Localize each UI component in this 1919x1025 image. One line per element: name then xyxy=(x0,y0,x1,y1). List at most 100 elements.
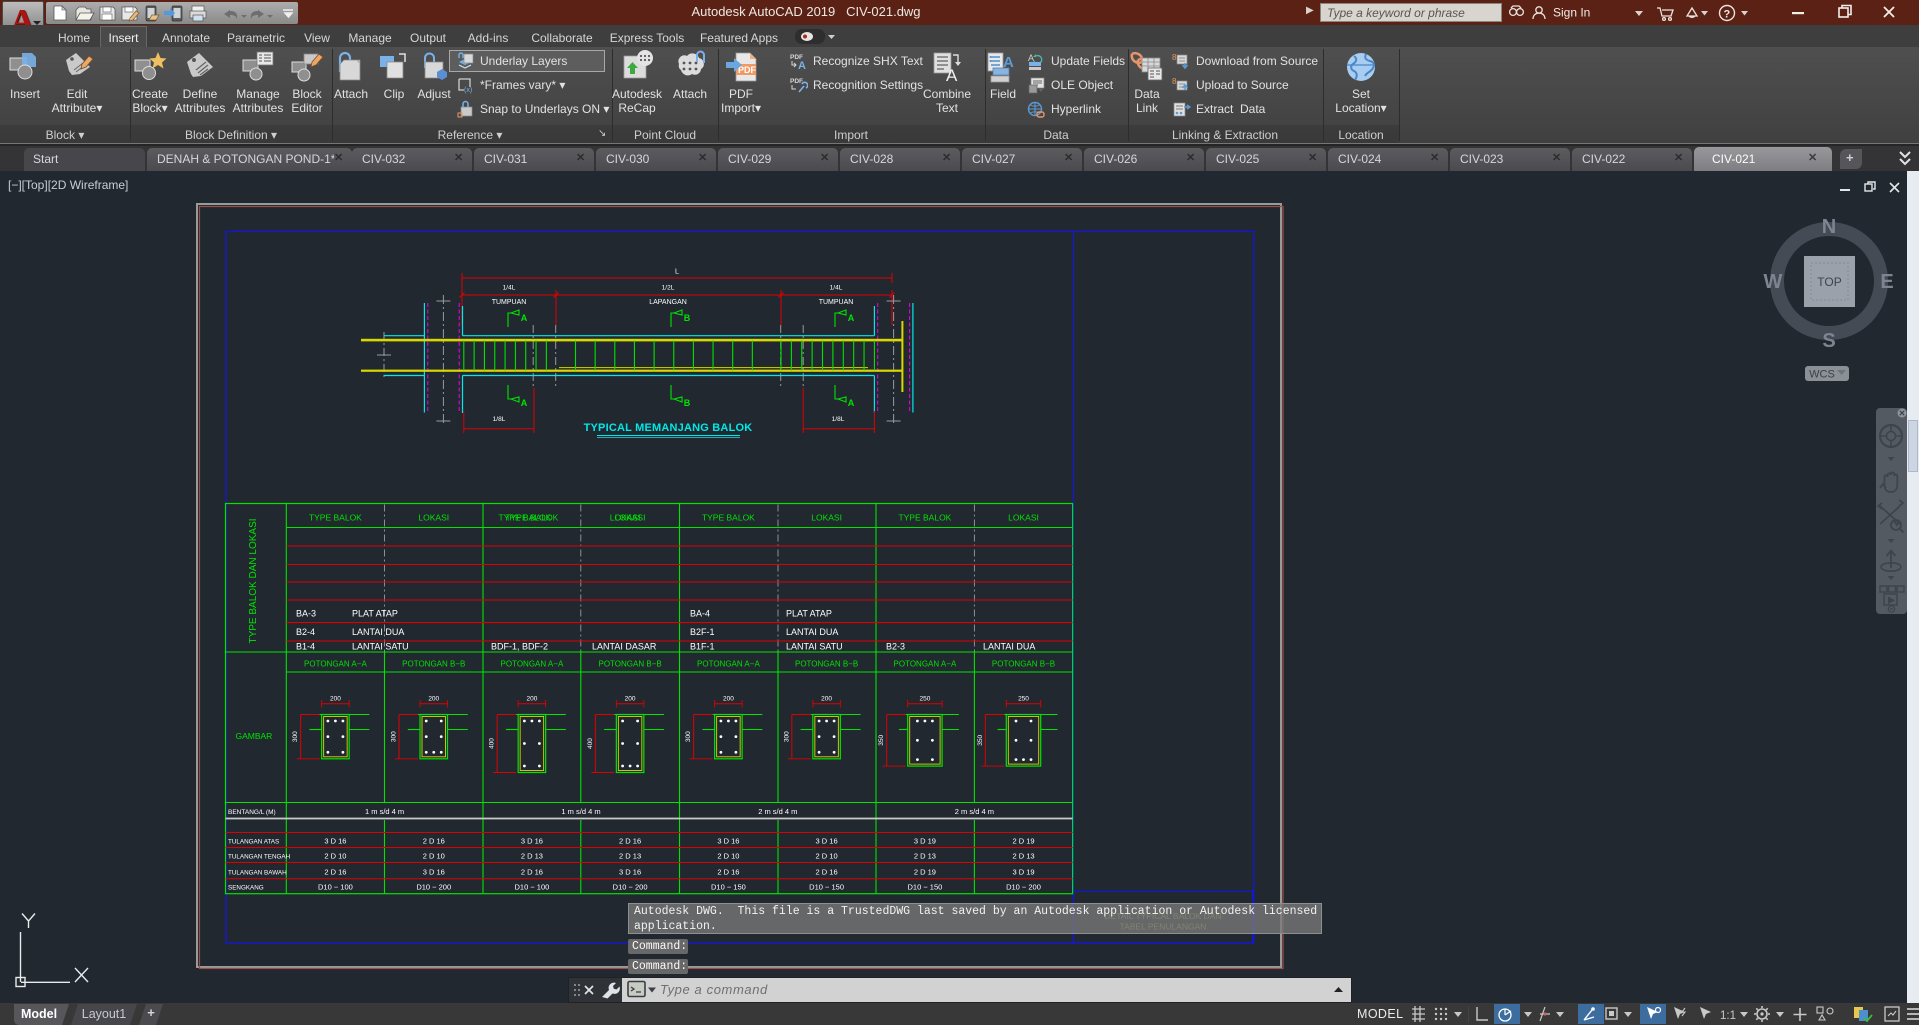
svg-text:SENGKANG: SENGKANG xyxy=(228,885,264,892)
svg-text:2 D 16: 2 D 16 xyxy=(324,868,346,877)
svg-text:BDF-1, BDF-2: BDF-1, BDF-2 xyxy=(491,642,548,652)
svg-text:2 D 16: 2 D 16 xyxy=(717,868,739,877)
svg-text:POTONGAN A−A: POTONGAN A−A xyxy=(304,660,367,669)
svg-text:2 m s/d 4 m: 2 m s/d 4 m xyxy=(758,807,797,816)
svg-text:200: 200 xyxy=(625,696,636,703)
svg-text:POTONGAN A−A: POTONGAN A−A xyxy=(894,660,957,669)
svg-text:250: 250 xyxy=(919,696,930,703)
svg-text:2 D 16: 2 D 16 xyxy=(619,837,641,846)
svg-text:TULANGAN BAWAH: TULANGAN BAWAH xyxy=(228,870,287,877)
svg-text:200: 200 xyxy=(821,696,832,703)
svg-text:PLAT ATAP: PLAT ATAP xyxy=(786,609,832,619)
svg-text:2 D 13: 2 D 13 xyxy=(619,852,641,861)
svg-text:A: A xyxy=(848,398,855,408)
svg-text:D10 − 150: D10 − 150 xyxy=(809,883,844,892)
svg-text:3 D 16: 3 D 16 xyxy=(521,837,543,846)
svg-text:LANTAI DUA: LANTAI DUA xyxy=(983,642,1035,652)
svg-text:B1-4: B1-4 xyxy=(296,642,315,652)
svg-text:8: 8 xyxy=(1172,53,1177,62)
svg-text:TYPE BALOK DAN LOKASI: TYPE BALOK DAN LOKASI xyxy=(248,518,259,643)
svg-text:2 D 16: 2 D 16 xyxy=(521,868,543,877)
svg-text:?: ? xyxy=(1724,9,1731,21)
svg-text:W: W xyxy=(1764,271,1783,293)
svg-text:LANTAI DASAR: LANTAI DASAR xyxy=(592,642,657,652)
svg-text:2 D 10: 2 D 10 xyxy=(423,852,445,861)
svg-text:2 D 13: 2 D 13 xyxy=(914,852,936,861)
svg-text:1/8L: 1/8L xyxy=(832,416,845,423)
svg-text:2 D 19: 2 D 19 xyxy=(914,868,936,877)
svg-text:8: 8 xyxy=(1172,77,1177,86)
svg-text:BENTANG/L (M): BENTANG/L (M) xyxy=(228,809,276,816)
svg-text:TUMPUAN: TUMPUAN xyxy=(819,299,854,306)
svg-text:A: A xyxy=(848,313,855,323)
svg-text:2 D 13: 2 D 13 xyxy=(1012,852,1034,861)
svg-text:D10 − 100: D10 − 100 xyxy=(318,883,353,892)
svg-text:2 D 10: 2 D 10 xyxy=(717,852,739,861)
svg-text:Sign In: Sign In xyxy=(1553,6,1590,20)
svg-text:POTONGAN A−A: POTONGAN A−A xyxy=(501,660,564,669)
svg-text:TYPE BALOK: TYPE BALOK xyxy=(309,513,362,523)
svg-text:A: A xyxy=(521,398,528,408)
svg-text:2 D 16: 2 D 16 xyxy=(816,868,838,877)
svg-text:1:1: 1:1 xyxy=(1720,1010,1736,1022)
svg-text:300: 300 xyxy=(685,731,692,742)
svg-text:D10 − 200: D10 − 200 xyxy=(613,883,648,892)
svg-text:LOKASI: LOKASI xyxy=(418,513,449,523)
svg-text:3 D 16: 3 D 16 xyxy=(816,837,838,846)
svg-text:POTONGAN B−B: POTONGAN B−B xyxy=(992,660,1055,669)
svg-text:1/4L: 1/4L xyxy=(503,285,516,292)
svg-text:1 m s/d 4 m: 1 m s/d 4 m xyxy=(365,807,404,816)
svg-text:LAPANGAN: LAPANGAN xyxy=(649,299,687,306)
svg-text:A: A xyxy=(798,60,806,71)
svg-text:300: 300 xyxy=(391,731,398,742)
svg-text:L: L xyxy=(675,269,679,276)
svg-text:POTONGAN B−B: POTONGAN B−B xyxy=(598,660,661,669)
svg-text:TULANGAN ATAS: TULANGAN ATAS xyxy=(228,839,279,846)
svg-text:B: B xyxy=(684,313,691,323)
svg-text:BA-3: BA-3 xyxy=(296,609,316,619)
svg-text:3 D 19: 3 D 19 xyxy=(1012,868,1034,877)
svg-text:A: A xyxy=(946,66,958,84)
svg-text:BA-4: BA-4 xyxy=(690,609,710,619)
svg-text:400: 400 xyxy=(587,738,594,749)
svg-text:350: 350 xyxy=(878,734,885,745)
svg-text:200: 200 xyxy=(526,696,537,703)
svg-text:200: 200 xyxy=(723,696,734,703)
svg-text:POTONGAN B−B: POTONGAN B−B xyxy=(402,660,465,669)
svg-text:1 m s/d 4 m: 1 m s/d 4 m xyxy=(561,807,600,816)
svg-text:A: A xyxy=(521,313,528,323)
svg-text:200: 200 xyxy=(330,696,341,703)
svg-text:2 D 19: 2 D 19 xyxy=(1012,837,1034,846)
svg-text:D10 − 200: D10 − 200 xyxy=(416,883,451,892)
svg-text:B1F-1: B1F-1 xyxy=(690,642,715,652)
svg-text:B2-4: B2-4 xyxy=(296,627,315,637)
svg-text:TULANGAN TENGAH: TULANGAN TENGAH xyxy=(228,854,291,861)
svg-text:E: E xyxy=(1880,271,1893,293)
svg-text:TOP: TOP xyxy=(1817,275,1841,289)
svg-text:B2F-1: B2F-1 xyxy=(690,627,715,637)
svg-text:D10 − 150: D10 − 150 xyxy=(907,883,942,892)
svg-text:(x): (x) xyxy=(464,87,472,94)
svg-text:TYPICAL MEMANJANG BALOK: TYPICAL MEMANJANG BALOK xyxy=(584,422,753,434)
svg-text:3 D 16: 3 D 16 xyxy=(423,868,445,877)
svg-text:LANTAI SATU: LANTAI SATU xyxy=(352,642,409,652)
svg-text:350: 350 xyxy=(977,734,984,745)
svg-text:250: 250 xyxy=(1018,696,1029,703)
svg-text:POTONGAN A−A: POTONGAN A−A xyxy=(697,660,760,669)
svg-text:TUMPUAN: TUMPUAN xyxy=(492,299,527,306)
svg-text:N: N xyxy=(1822,216,1836,238)
svg-text:PDF: PDF xyxy=(790,78,803,85)
svg-text:2 D 13: 2 D 13 xyxy=(521,852,543,861)
svg-text:LANTAI DUA: LANTAI DUA xyxy=(786,627,838,637)
svg-text:300: 300 xyxy=(783,731,790,742)
svg-text:200: 200 xyxy=(428,696,439,703)
svg-text:TYPE BALOK: TYPE BALOK xyxy=(498,513,551,523)
svg-text:400: 400 xyxy=(489,738,496,749)
svg-text:3 D 16: 3 D 16 xyxy=(619,868,641,877)
svg-text:LOKASI: LOKASI xyxy=(1008,513,1039,523)
svg-text:LOKASI: LOKASI xyxy=(610,513,641,523)
svg-text:B: B xyxy=(684,398,691,408)
svg-text:3 D 16: 3 D 16 xyxy=(324,837,346,846)
svg-text:1/4L: 1/4L xyxy=(830,285,843,292)
svg-text:LOKASI: LOKASI xyxy=(811,513,842,523)
